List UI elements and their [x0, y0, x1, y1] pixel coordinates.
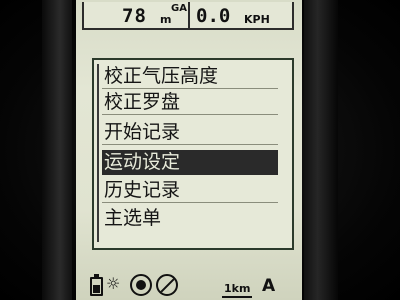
map-scale-bar [222, 296, 252, 298]
altitude-value: 78 [122, 5, 147, 27]
menu-item-history[interactable]: 历史记录 [102, 178, 278, 203]
menu-item-calibrate-compass[interactable]: 校正罗盘 [102, 90, 278, 115]
bottom-status-bar: ☼ 1km A [76, 268, 302, 300]
menu-scrollbar[interactable] [97, 64, 99, 242]
speed-value: 0.0 [196, 5, 231, 27]
no-signal-icon [156, 274, 178, 296]
target-icon [130, 274, 152, 296]
device-bezel-right [304, 0, 338, 300]
speed-unit: KPH [244, 13, 270, 26]
sun-icon: ☼ [106, 274, 121, 293]
status-divider [188, 2, 190, 28]
device-bezel-left [42, 0, 72, 300]
altitude-unit: m [160, 13, 172, 26]
lcd-screen: 78 m GA 0.0 KPH 校正气压高度 校正罗盘 开始记录 运动设定 历史… [76, 0, 302, 300]
battery-icon [90, 274, 103, 296]
map-scale-label: 1km [224, 282, 251, 295]
altitude-flag: GA [171, 3, 187, 14]
menu-item-sport-settings[interactable]: 运动设定 [102, 150, 278, 175]
menu-item-calibrate-altimeter[interactable]: 校正气压高度 [102, 64, 278, 89]
main-menu: 校正气压高度 校正罗盘 开始记录 运动设定 历史记录 主选单 [92, 58, 294, 250]
menu-item-main-menu[interactable]: 主选单 [102, 206, 278, 230]
status-bar: 78 m GA 0.0 KPH [82, 2, 294, 30]
mode-indicator: A [262, 276, 276, 296]
menu-item-start-recording[interactable]: 开始记录 [102, 120, 278, 145]
